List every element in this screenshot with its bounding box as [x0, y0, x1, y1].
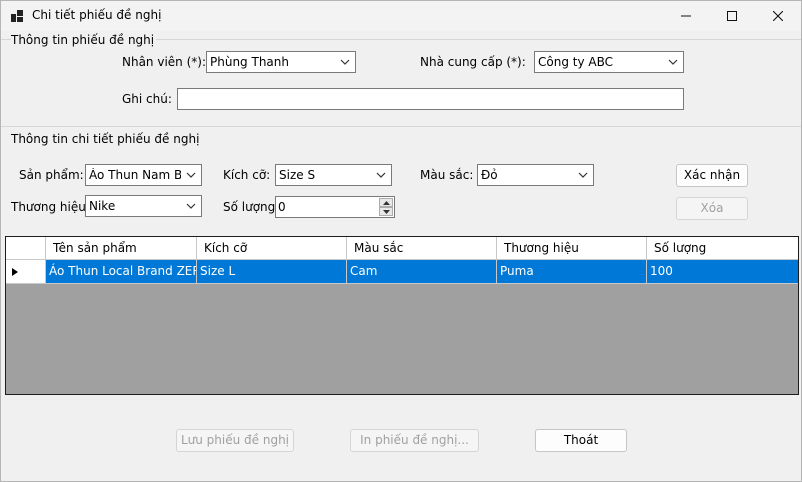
grid-header: Tên sản phẩm Kích cỡ Màu sắc Thương hiệu… — [6, 237, 798, 260]
title-bar[interactable]: Chi tiết phiếu đề nghị — [1, 1, 801, 31]
dialog-window: Chi tiết phiếu đề nghị Thông tin phiếu đ… — [0, 0, 802, 482]
cell-brand[interactable]: Puma — [497, 260, 647, 284]
size-label: Kích cỡ: — [223, 168, 271, 182]
column-header-brand[interactable]: Thương hiệu — [497, 237, 647, 260]
window-title: Chi tiết phiếu đề nghị — [32, 8, 162, 22]
minimize-icon — [681, 15, 691, 17]
chevron-down-icon — [578, 172, 588, 178]
print-proposal-button[interactable]: In phiếu đề nghị... — [350, 429, 479, 452]
chevron-down-icon — [340, 59, 350, 65]
supplier-label: Nhà cung cấp (*): — [420, 55, 526, 69]
table-row[interactable]: Áo Thun Local Brand ZERO Size L Cam Puma… — [6, 260, 798, 284]
cell-size[interactable]: Size L — [197, 260, 347, 284]
note-label: Ghi chú: — [122, 92, 172, 106]
close-button[interactable] — [755, 1, 801, 31]
column-header-size[interactable]: Kích cỡ — [197, 237, 347, 260]
maximize-button[interactable] — [709, 1, 755, 31]
brand-combobox[interactable]: Nike — [85, 195, 202, 217]
quantity-value: 0 — [278, 200, 286, 214]
chevron-down-icon — [186, 203, 196, 209]
maximize-icon — [727, 11, 737, 21]
column-header-quantity[interactable]: Số lượng — [647, 237, 798, 260]
color-value: Đỏ — [481, 168, 498, 182]
column-header-color[interactable]: Màu sắc — [347, 237, 497, 260]
chevron-down-icon — [668, 59, 678, 65]
employee-combobox[interactable]: Phùng Thanh — [206, 51, 356, 73]
window-app-icon[interactable] — [11, 10, 23, 22]
supplier-combobox[interactable]: Công ty ABC — [534, 51, 684, 73]
close-icon — [773, 11, 783, 21]
product-combobox[interactable]: Áo Thun Nam Basic — [85, 164, 202, 186]
employee-label: Nhân viên (*): — [122, 55, 206, 69]
note-input[interactable] — [177, 88, 684, 110]
quantity-label: Số lượng: — [223, 200, 280, 214]
brand-value: Nike — [89, 199, 116, 213]
cell-product[interactable]: Áo Thun Local Brand ZERO — [46, 260, 197, 284]
exit-button[interactable]: Thoát — [535, 429, 627, 452]
delete-button[interactable]: Xóa — [676, 197, 748, 220]
quantity-stepper[interactable]: 0 — [275, 196, 395, 218]
confirm-button[interactable]: Xác nhận — [676, 164, 748, 187]
color-label: Màu sắc: — [420, 168, 474, 182]
current-row-arrow-icon — [12, 268, 18, 276]
cell-color[interactable]: Cam — [347, 260, 497, 284]
save-proposal-button[interactable]: Lưu phiếu đề nghị — [176, 429, 294, 452]
employee-value: Phùng Thanh — [210, 55, 289, 69]
minimize-button[interactable] — [663, 1, 709, 31]
caret-up-icon — [383, 201, 390, 205]
grid-corner-cell[interactable] — [6, 237, 46, 260]
group-detail-title: Thông tin chi tiết phiếu đề nghị — [11, 132, 202, 146]
supplier-value: Công ty ABC — [538, 55, 613, 69]
row-header[interactable] — [6, 260, 46, 284]
size-value: Size S — [279, 168, 316, 182]
color-combobox[interactable]: Đỏ — [477, 164, 594, 186]
product-label: Sản phẩm: — [19, 168, 84, 182]
chevron-down-icon — [186, 172, 196, 178]
chevron-down-icon — [376, 172, 386, 178]
cell-quantity[interactable]: 100 — [647, 260, 798, 284]
column-header-product[interactable]: Tên sản phẩm — [46, 237, 197, 260]
caret-down-icon — [383, 210, 390, 214]
brand-label: Thương hiệu: — [11, 200, 90, 214]
product-value: Áo Thun Nam Basic — [89, 168, 181, 182]
detail-grid[interactable]: Tên sản phẩm Kích cỡ Màu sắc Thương hiệu… — [5, 236, 799, 395]
group-proposal-info-title: Thông tin phiếu đề nghị — [11, 33, 157, 47]
spin-up-button[interactable] — [379, 198, 393, 207]
size-combobox[interactable]: Size S — [275, 164, 392, 186]
spin-down-button[interactable] — [379, 207, 393, 216]
